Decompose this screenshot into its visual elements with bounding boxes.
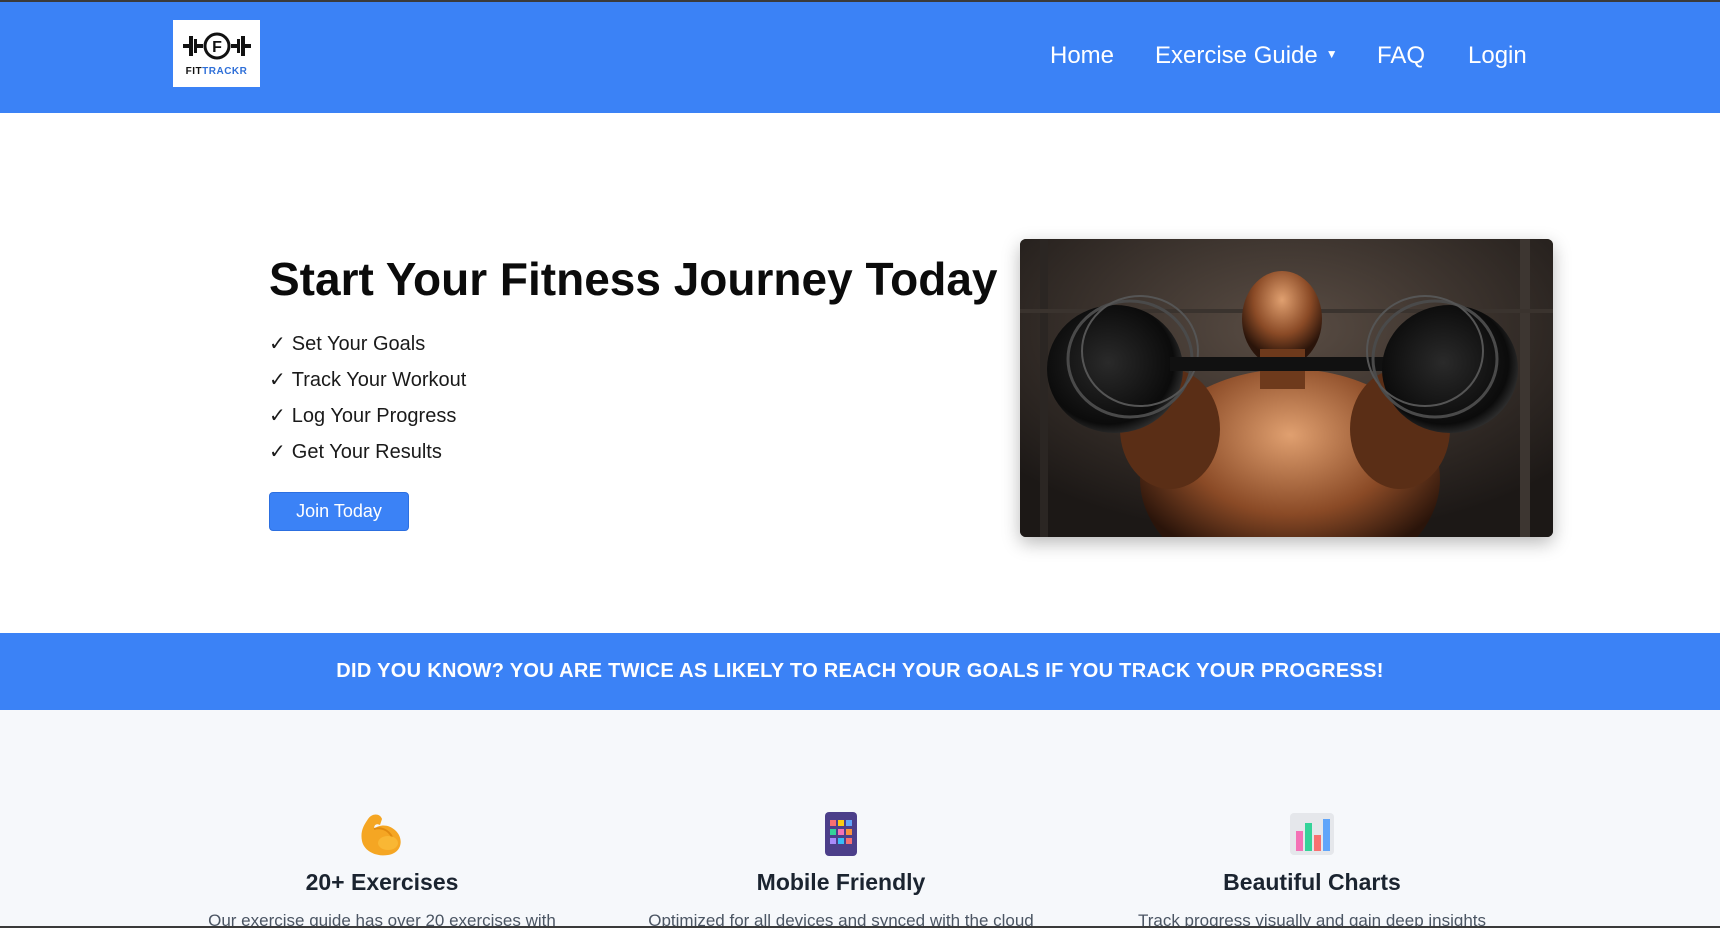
navbar: F FITTRACKR Home Exercise Guide ▼ FAQ Log… [0, 2, 1720, 113]
checkmark-icon: ✓ [269, 369, 286, 391]
nav-faq-link[interactable]: FAQ [1377, 42, 1425, 70]
checkmark-icon: ✓ [269, 405, 286, 427]
features-section: 20+ Exercises Our exercise guide has ove… [0, 710, 1720, 928]
checklist-item: ✓ Log Your Progress [269, 404, 466, 440]
hero-checklist: ✓ Set Your Goals ✓ Track Your Workout ✓ Log… [269, 332, 466, 476]
did-you-know-banner: DID YOU KNOW? YOU ARE TWICE AS LIKELY TO… [0, 633, 1720, 710]
caret-down-icon: ▼ [1325, 46, 1338, 61]
checkmark-icon: ✓ [269, 441, 286, 463]
feature-title: Beautiful Charts [1223, 869, 1401, 895]
bar-chart-icon [1290, 813, 1334, 855]
nav-exercise-guide-dropdown[interactable]: Exercise Guide ▼ [1155, 42, 1338, 70]
checklist-item-label: Track Your Workout [291, 369, 467, 391]
hero-title: Start Your Fitness Journey Today [269, 253, 998, 305]
nav-exercise-guide-label: Exercise Guide [1155, 42, 1318, 69]
checklist-item-label: Log Your Progress [291, 405, 457, 427]
join-today-button[interactable]: Join Today [269, 492, 409, 531]
flexed-biceps-icon [361, 814, 401, 856]
nav-home-link[interactable]: Home [1050, 42, 1114, 70]
checklist-item: ✓ Get Your Results [269, 440, 466, 476]
feature-title: Mobile Friendly [756, 869, 926, 895]
checklist-item-label: Set Your Goals [291, 333, 426, 355]
checklist-item-label: Get Your Results [291, 441, 442, 463]
nav-login-link[interactable]: Login [1468, 42, 1527, 70]
hero-workout-photo [1020, 239, 1553, 537]
checkmark-icon: ✓ [269, 333, 286, 355]
checklist-item: ✓ Track Your Workout [269, 368, 466, 404]
checklist-item: ✓ Set Your Goals [269, 332, 466, 368]
feature-title: 20+ Exercises [305, 869, 459, 895]
mobile-app-grid-icon [825, 812, 857, 856]
main-nav: Home Exercise Guide ▼ FAQ Login [0, 2, 1720, 113]
